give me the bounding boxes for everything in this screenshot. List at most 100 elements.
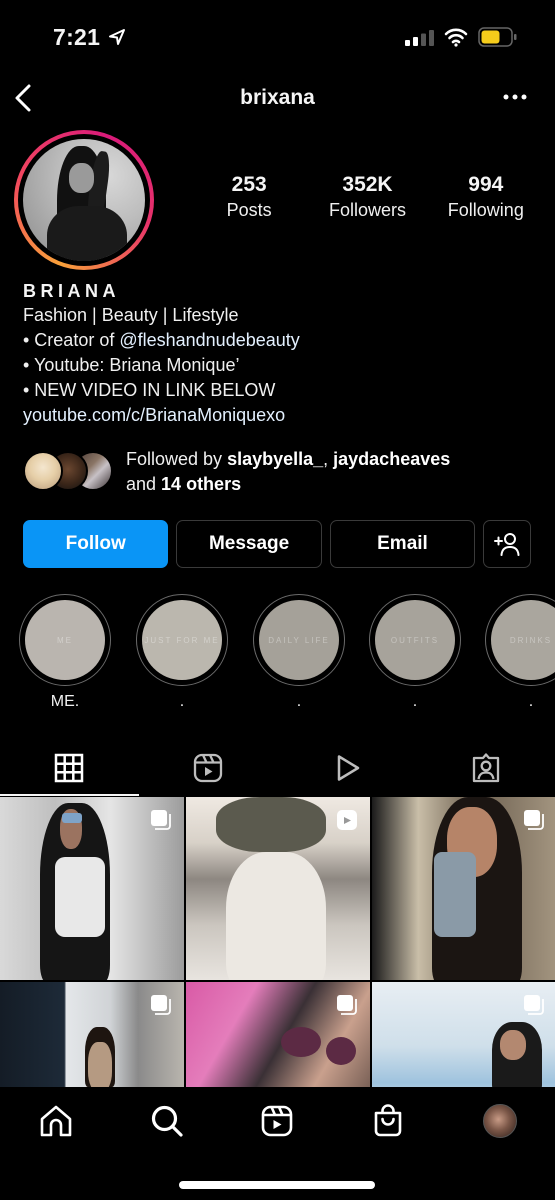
reels-icon [261, 1105, 293, 1137]
followed-by-prefix: Followed by [126, 449, 228, 469]
profile-header: brixana [0, 72, 555, 126]
followers-label: Followers [328, 200, 406, 220]
highlight-item[interactable]: ME ME. [19, 594, 111, 712]
post-thumbnail[interactable] [186, 982, 370, 1087]
bio-line: • NEW VIDEO IN LINK BELOW [23, 380, 276, 400]
bio-mention-link[interactable]: @fleshandnudebeauty [119, 330, 299, 350]
tagged-person-icon [472, 753, 499, 783]
highlight-ring: ME [19, 594, 111, 686]
location-arrow-icon [109, 29, 125, 45]
bio-line: • Creator of @fleshandnudebeauty [23, 328, 543, 353]
bio-text: • Creator of [23, 330, 120, 350]
posts-label: Posts [226, 200, 272, 220]
tab-reels[interactable] [139, 740, 278, 796]
grid-icon [55, 753, 84, 783]
profile-actions: Follow Message Email [23, 520, 531, 568]
followed-by[interactable]: Followed by slaybyella_, jaydacheaves an… [23, 448, 543, 498]
highlight-cover: DRINKS [491, 600, 555, 680]
profile-stats: 253 Posts 352K Followers 994 Following [190, 172, 545, 222]
avatar [23, 139, 145, 261]
highlight-ring: OUTFITS [369, 594, 461, 686]
wifi-icon [444, 28, 468, 47]
nav-profile[interactable] [480, 1101, 520, 1141]
nav-home[interactable] [36, 1101, 76, 1141]
more-horizontal-icon[interactable] [503, 92, 527, 102]
following-count: 994 [468, 173, 504, 196]
nav-search[interactable] [147, 1101, 187, 1141]
separator: , [323, 449, 334, 469]
nav-shop[interactable] [368, 1101, 408, 1141]
highlight-item[interactable]: JUST FOR ME . [136, 594, 228, 712]
home-icon [40, 1105, 72, 1137]
home-indicator[interactable] [179, 1181, 375, 1189]
highlight-item[interactable]: DAILY LIFE . [253, 594, 345, 712]
highlight-item[interactable]: DRINKS . [485, 594, 555, 712]
profile-tabs [0, 740, 555, 796]
highlight-label: ME. [50, 693, 80, 710]
avatar [23, 451, 63, 491]
carousel-icon [524, 810, 544, 830]
highlight-ring: DAILY LIFE [253, 594, 345, 686]
followed-by-text: Followed by slaybyella_, jaydacheaves an… [126, 447, 450, 497]
username-title: brixana [240, 86, 315, 109]
post-thumbnail[interactable] [186, 797, 370, 980]
battery-icon [478, 27, 517, 47]
tab-grid[interactable] [0, 740, 139, 796]
profile-bio: BRIANA Fashion | Beauty | Lifestyle • Cr… [23, 279, 543, 428]
and-text: and [126, 474, 162, 494]
suggested-users-button[interactable] [483, 520, 531, 568]
mutual-user: slaybyella_ [227, 449, 324, 469]
mutual-follower-avatars [23, 451, 118, 491]
carousel-icon [524, 995, 544, 1015]
profile-avatar [483, 1104, 517, 1138]
posts-grid [0, 797, 555, 1087]
mutual-user: jaydacheaves [333, 449, 451, 469]
shopping-bag-icon [374, 1104, 402, 1137]
tab-tagged[interactable] [416, 740, 555, 796]
post-thumbnail[interactable] [0, 797, 184, 980]
profile-avatar-story-ring[interactable] [14, 130, 154, 270]
stat-followers[interactable]: 352K Followers [308, 172, 426, 222]
highlight-item[interactable]: OUTFITS . [369, 594, 461, 712]
highlight-cover: JUST FOR ME [142, 600, 222, 680]
reels-icon [193, 753, 223, 783]
avatar-border [18, 134, 150, 266]
highlight-label: . [412, 693, 418, 710]
status-time: 7:21 [53, 24, 101, 50]
search-icon [151, 1105, 183, 1137]
post-thumbnail[interactable] [372, 797, 555, 980]
stat-following[interactable]: 994 Following [427, 172, 545, 222]
post-thumbnail[interactable] [0, 982, 184, 1087]
carousel-icon [151, 810, 171, 830]
highlight-ring: JUST FOR ME [136, 594, 228, 686]
highlight-label: . [179, 693, 185, 710]
stat-posts[interactable]: 253 Posts [190, 172, 308, 222]
followers-count: 352K [342, 173, 393, 196]
others-count: 14 others [161, 474, 242, 494]
carousel-icon [151, 995, 171, 1015]
carousel-icon [337, 995, 357, 1015]
status-bar: 7:21 [0, 0, 555, 72]
follow-button[interactable]: Follow [23, 520, 169, 568]
email-button[interactable]: Email [329, 520, 476, 568]
story-highlights: ME ME. JUST FOR ME . DAILY LIFE . OUTFIT… [0, 594, 555, 714]
display-name: BRIANA [23, 281, 120, 301]
bio-website-link[interactable]: youtube.com/c/BrianaMoniquexo [23, 403, 543, 428]
bio-line: • Youtube: Briana Monique’ [23, 355, 240, 375]
highlight-cover: OUTFITS [375, 600, 455, 680]
following-label: Following [447, 200, 524, 220]
message-button[interactable]: Message [176, 520, 322, 568]
tab-videos[interactable] [278, 740, 417, 796]
highlight-cover: DAILY LIFE [259, 600, 339, 680]
bio-line: Fashion | Beauty | Lifestyle [23, 305, 239, 325]
highlight-label: . [528, 693, 534, 710]
post-thumbnail[interactable] [372, 982, 555, 1087]
highlight-label: . [296, 693, 302, 710]
play-icon [337, 755, 360, 781]
highlight-ring: DRINKS [485, 594, 555, 686]
posts-count: 253 [231, 173, 267, 196]
add-user-icon [494, 533, 520, 556]
nav-reels[interactable] [257, 1101, 297, 1141]
highlight-cover: ME [25, 600, 105, 680]
signal-icon [405, 30, 434, 46]
